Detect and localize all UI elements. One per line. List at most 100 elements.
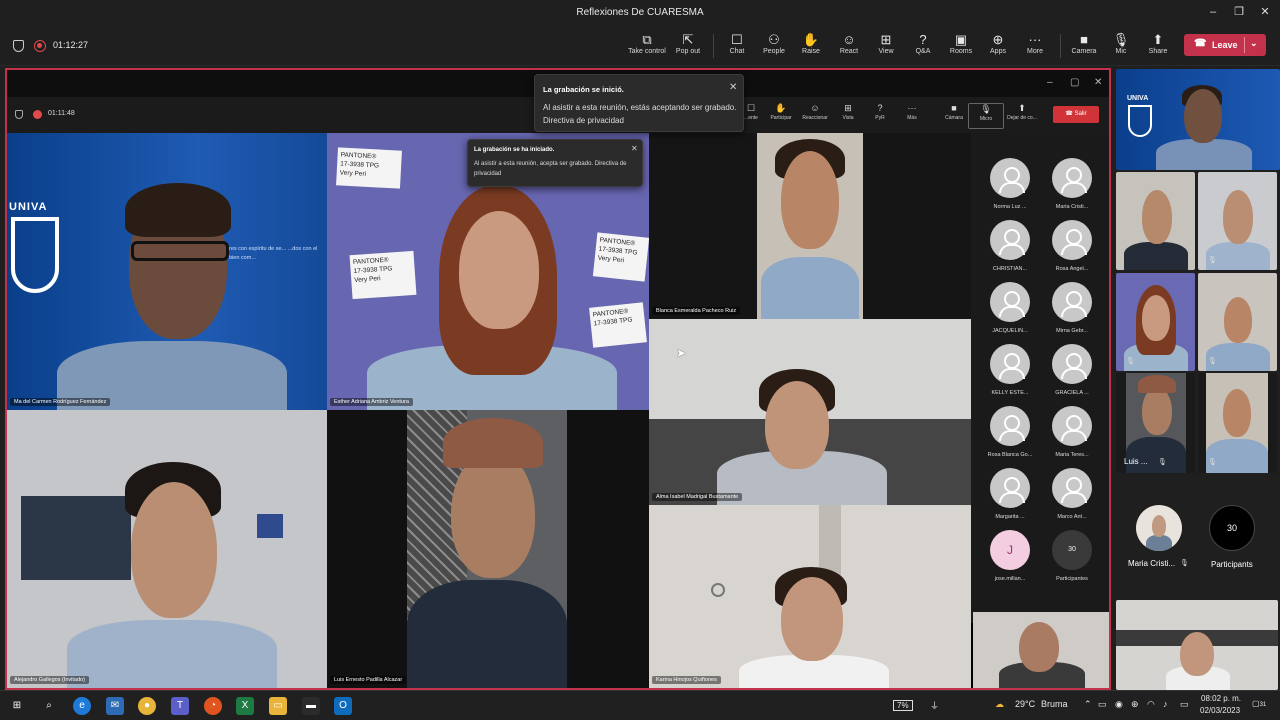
photos-icon[interactable]: ▬ [302,697,320,715]
chevron-down-icon[interactable]: ⌄ [1250,38,1258,49]
chrome-icon[interactable]: ● [138,697,156,715]
wifi-icon[interactable]: ◠ [1147,699,1155,710]
video-tile[interactable]: 🎙 [1116,273,1195,371]
video-tile[interactable]: Karina Hinojos Quiñones [649,505,971,688]
avatar-icon [990,282,1030,322]
maximize-icon[interactable]: ❐ [1231,5,1247,19]
tile-name: Ma del Carmen Rodríguez Fernández [10,398,111,406]
leave-button[interactable]: ☎ Leave ⌄ [1184,34,1266,56]
inner-timer: 01:11:48 [48,110,75,117]
video-tile[interactable] [1116,600,1278,690]
pantone-card: PANTONE® 17-3938 TPG Very Peri [336,147,402,189]
outlook-icon[interactable]: O [334,697,352,715]
avatar-icon [990,406,1030,446]
background-sign [257,514,283,538]
person-body [1126,437,1186,473]
search-icon[interactable]: ⌕ [40,697,58,715]
video-tile[interactable]: Blanca Esmeralda Pacheco Ruiz [649,133,971,319]
weather-icon[interactable]: ☁ [995,699,1004,710]
clock-icon [711,583,725,597]
battery-indicator[interactable]: 7% [893,700,913,711]
recording-toast-small: La grabación se ha iniciado. Al asistir … [467,139,643,187]
notification-icon[interactable]: ▢31 [1252,699,1266,708]
mail-icon[interactable]: ✉ [106,697,124,715]
avatar-icon [990,220,1030,260]
more-button[interactable]: ··· More [1013,31,1057,61]
file-explorer-icon[interactable]: ▭ [269,697,287,715]
person-head [1223,190,1253,244]
inner-minimize-icon: – [1047,77,1053,88]
video-tile[interactable] [973,612,1109,688]
toolbar-divider [1060,34,1061,58]
edge-icon[interactable]: e [73,697,91,715]
weather-temp[interactable]: 29°C [1015,699,1035,709]
notification-count: 31 [1259,702,1267,708]
person-body [67,620,277,688]
teams-icon[interactable]: T [171,697,189,715]
video-tile[interactable]: Alejandro Gallegos (Invitado) [7,410,327,688]
person-body [1124,242,1188,270]
avatar-icon [1052,468,1092,508]
video-tile[interactable]: UNIVA res con espíritu de se... ...dos c… [7,133,327,410]
minimize-icon[interactable]: – [1205,5,1221,19]
video-tile[interactable]: Luis Ernesto Padilla Alcazar [327,410,649,688]
avatar-icon [1052,158,1092,198]
participants-count-button[interactable]: 30 [1209,505,1255,551]
mic-off-icon: 🎙 [1180,560,1189,567]
plug-icon: ⏚ [930,701,940,711]
share-button[interactable]: ⬆ Share [1136,31,1180,61]
person-head [765,381,829,469]
app-icon[interactable]: ◔ [204,697,222,715]
person-body [407,580,567,688]
presenter-tile[interactable]: UNIVA [1116,69,1280,170]
chevron-up-icon[interactable]: ⌃ [1084,699,1092,710]
inner-smiley-icon: ☺ [810,103,820,113]
video-tile[interactable]: 🎙 [1198,373,1277,473]
tray-app-icon[interactable]: ▭ [1098,699,1107,710]
inner-btn: ☺ Reaccionar [797,103,833,121]
take-control-icon: ⧉ [642,32,652,47]
mic-off-icon: 🎙 [1158,459,1167,466]
video-tile[interactable]: 🎙 [1198,172,1277,270]
battery-icon[interactable]: ▭ [1180,699,1189,710]
mic-off-icon: 🎙 [1208,257,1217,264]
window-title: Reflexiones De CUARESMA [576,7,704,18]
weather-desc[interactable]: Bruma [1041,699,1068,709]
windows-taskbar: ⊞ ⌕ e ✉ ● T ◔ X ▭ ▬ O 7% ⏚ ☁ 29°C Bruma … [0,690,1280,720]
univa-logo-text: UNIVA [9,201,48,213]
close-icon[interactable]: ✕ [1257,5,1273,19]
inner-recording-icon [33,110,42,119]
person-head [1142,190,1172,244]
cursor-icon: ➤ [676,346,687,360]
pop-out-button[interactable]: ⇱ Pop out [666,31,710,61]
video-tile[interactable] [1116,172,1195,270]
video-tile[interactable]: Luis ... 🎙 [1116,373,1195,473]
clock-time[interactable]: 08:02 p. m. [1201,694,1241,703]
person-head [781,151,839,249]
video-tile[interactable]: 🎙 [1198,273,1277,371]
excel-icon[interactable]: X [236,697,254,715]
shared-screen: – ▢ ✕ 01:11:48 ☐ ...ente ✋ Participar ☺ Rea… [5,68,1111,690]
inner-camera-icon: ■ [951,103,957,113]
tray-app-icon[interactable]: ◉ [1115,699,1123,710]
tray-app-icon[interactable]: ⊕ [1131,699,1139,710]
person-body [761,257,859,319]
clock-date[interactable]: 02/03/2023 [1200,706,1240,715]
person-head [451,450,535,578]
person-head [781,577,843,661]
volume-icon[interactable]: ♪ [1163,699,1168,709]
take-control-button[interactable]: ⧉ Take control [625,31,669,61]
more-icon: ··· [1028,32,1042,47]
close-icon[interactable]: ✕ [729,82,737,93]
person-head [1142,387,1172,435]
avatar-icon [1052,344,1092,384]
video-tile[interactable]: ➤ Alma Isabel Madrigal Bustamante [649,319,971,505]
person-head [1142,295,1170,341]
mic-off-icon: 🎙 [1126,358,1135,365]
windows-start-icon[interactable]: ⊞ [8,697,26,715]
inner-btn: ⬆ Dejar de co... [1004,103,1040,121]
tile-name: Alma Isabel Madrigal Bustamante [652,493,743,501]
participant-avatar-photo[interactable] [1136,505,1182,551]
video-tile[interactable]: PANTONE® 17-3938 TPG Very Peri PANTONE® 17-… [327,133,649,410]
mic-off-icon: 🎙 [1208,459,1217,466]
